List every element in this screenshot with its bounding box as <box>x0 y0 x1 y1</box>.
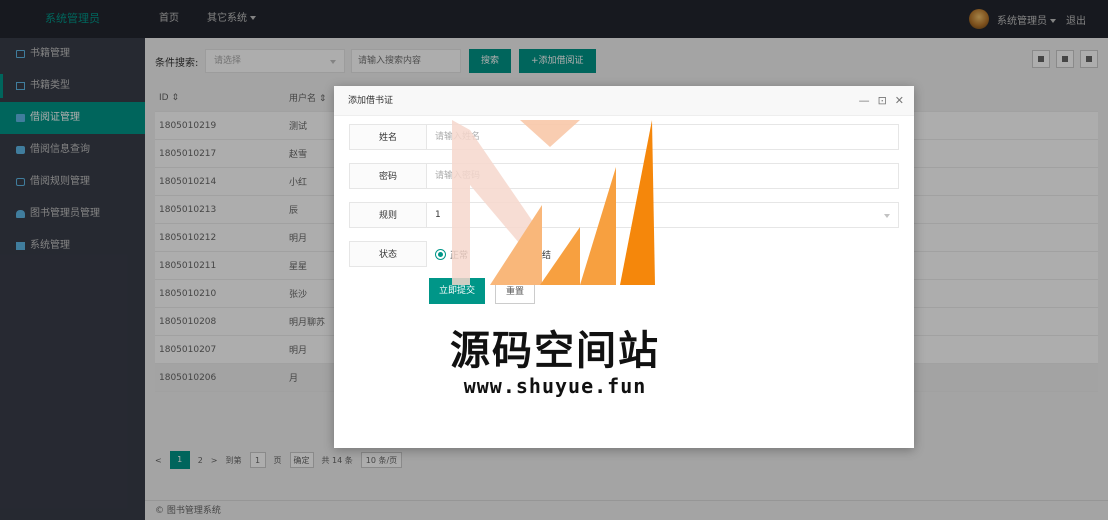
dialog-title-bar: 添加借书证 — ⊡ ✕ <box>334 86 914 116</box>
chevron-down-icon <box>884 214 890 218</box>
watermark-text: 源码空间站 <box>450 328 660 374</box>
dialog-title: 添加借书证 <box>348 96 394 106</box>
maximize-icon[interactable]: ⊡ <box>878 86 887 116</box>
window-controls: — ⊡ ✕ <box>851 86 904 116</box>
close-icon[interactable]: ✕ <box>895 86 904 116</box>
status-label: 状态 <box>349 241 427 267</box>
password-label: 密码 <box>349 163 427 189</box>
rule-label: 规则 <box>349 202 427 228</box>
minimize-icon[interactable]: — <box>859 86 870 116</box>
name-label: 姓名 <box>349 124 427 150</box>
watermark-url: www.shuyue.fun <box>463 374 647 398</box>
